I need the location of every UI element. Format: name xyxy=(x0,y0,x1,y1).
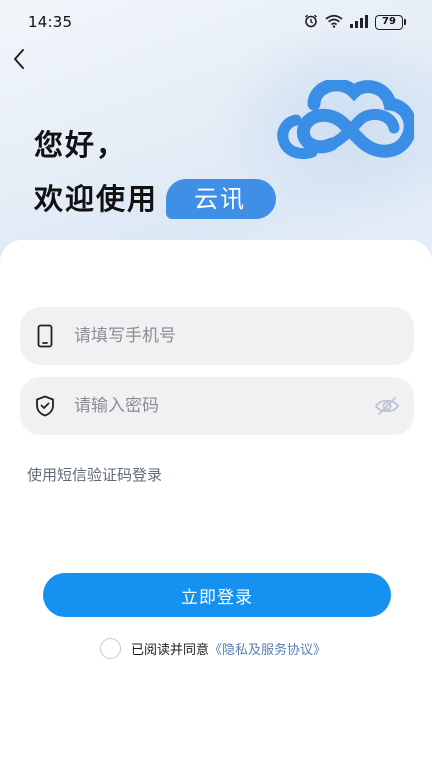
battery-level: 79 xyxy=(375,14,403,30)
battery-tip xyxy=(404,19,406,25)
battery-icon: 79 xyxy=(375,14,406,30)
sms-login-link[interactable]: 使用短信验证码登录 xyxy=(27,464,162,485)
phone-field[interactable] xyxy=(20,307,414,365)
cloud-infinity-logo xyxy=(274,78,417,162)
agreement-text: 已阅读并同意 xyxy=(131,643,210,658)
status-time: 14:35 xyxy=(28,13,73,31)
status-bar: 14:35 79 xyxy=(0,0,432,44)
status-icons: 79 xyxy=(304,13,406,32)
signal-icon xyxy=(350,13,368,32)
eye-off-icon[interactable] xyxy=(374,394,400,418)
phone-input[interactable] xyxy=(74,326,344,346)
password-input[interactable] xyxy=(74,396,344,416)
agreement-link[interactable]: 《隐私及服务协议》 xyxy=(209,639,326,658)
welcome-row: 欢迎使用 云讯 xyxy=(34,172,277,226)
brand-name-badge: 云讯 xyxy=(166,179,277,219)
login-card: 使用短信验证码登录 立即登录 已阅读并同意 《隐私及服务协议》 xyxy=(0,240,432,768)
back-button[interactable] xyxy=(8,46,30,76)
shield-icon xyxy=(34,394,56,418)
agreement-row: 已阅读并同意 《隐私及服务协议》 xyxy=(100,638,326,659)
wifi-icon xyxy=(325,13,343,32)
greeting: 您好， 欢迎使用 云讯 xyxy=(34,118,277,226)
alarm-icon xyxy=(304,13,318,32)
login-button[interactable]: 立即登录 xyxy=(43,573,391,617)
greeting-line2: 欢迎使用 xyxy=(34,182,159,216)
agreement-checkbox[interactable] xyxy=(100,638,121,659)
phone-icon xyxy=(34,324,56,348)
password-field[interactable] xyxy=(20,377,414,435)
chevron-left-icon xyxy=(12,48,26,74)
greeting-line1: 您好， xyxy=(34,128,128,162)
